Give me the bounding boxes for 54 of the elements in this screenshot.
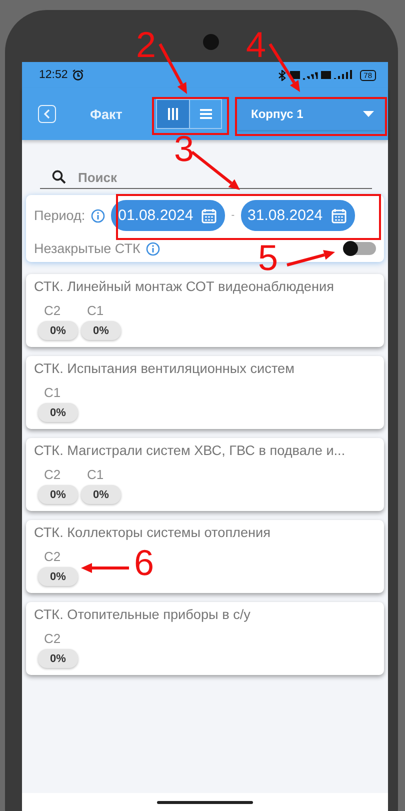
- stage-label: C2: [43, 467, 61, 482]
- stk-card[interactable]: СТК. Коллекторы системы отопления C2 0% 6: [26, 520, 384, 593]
- stage-label: C2: [43, 303, 61, 318]
- progress-chip: 0%: [38, 321, 78, 340]
- view-mode-button[interactable]: [157, 100, 189, 128]
- stk-card[interactable]: СТК. Испытания вентиляционных систем C1 0%: [26, 356, 384, 429]
- card-title: СТК. Магистрали систем ХВС, ГВС в подвале и...: [34, 443, 346, 458]
- caret-icon: [363, 111, 374, 117]
- stk-card[interactable]: СТК. Магистрали систем ХВС, ГВС в подвале и... C2 0% C1 0%: [26, 438, 384, 511]
- period-label: Период:: [34, 208, 86, 223]
- chevron-left-icon: [43, 109, 51, 119]
- unclosed-switch[interactable]: [344, 242, 376, 255]
- stk-card[interactable]: СТК. Линейный монтаж СОТ видеонаблюдения C2 0% C1 0%: [26, 274, 384, 347]
- annotation-arrow: [191, 150, 240, 190]
- progress-chip: 0%: [38, 485, 78, 504]
- annotation-arrow: [286, 250, 335, 266]
- unclosed-label: Незакрытые СТК: [34, 241, 140, 256]
- callout-number: 6: [134, 548, 154, 578]
- card-title: СТК. Отопительные приборы в с/у: [34, 607, 252, 622]
- callout-number: 5: [258, 243, 278, 273]
- calendar-icon: [330, 208, 347, 224]
- stage-label: C1: [43, 385, 61, 400]
- progress-chip: 0%: [81, 485, 121, 504]
- search-icon: [52, 170, 66, 184]
- progress-chip: 0%: [38, 567, 78, 586]
- stk-card[interactable]: СТК. Отопительные приборы в с/у C2 0%: [26, 602, 384, 675]
- alarm-icon: [72, 69, 84, 81]
- callout-number: 4: [246, 30, 266, 60]
- card-title: СТК. Испытания вентиляционных систем: [34, 361, 296, 376]
- stage-label: C2: [43, 631, 61, 646]
- date-separator: -: [231, 210, 235, 221]
- annotation-arrow: [268, 43, 300, 92]
- card-title: СТК. Коллекторы системы отопления: [34, 525, 272, 540]
- stage-label: C2: [43, 549, 61, 564]
- columns-icon: [166, 107, 180, 121]
- search-placeholder: Поиск: [78, 170, 118, 184]
- progress-chip: 0%: [81, 321, 121, 340]
- annotation-arrow: [158, 43, 187, 94]
- progress-chip: 0%: [38, 403, 78, 422]
- menu-icon: [198, 108, 212, 120]
- calendar-icon: [201, 208, 218, 224]
- bluetooth-icon: [278, 70, 286, 80]
- stage-label: C1: [86, 467, 104, 482]
- status-time: 12:52: [39, 69, 68, 81]
- annotation-arrow: [81, 563, 129, 573]
- info-icon[interactable]: [91, 208, 106, 222]
- screen-title: Факт: [90, 106, 124, 122]
- card-title: СТК. Линейный монтаж СОТ видеонаблюдения: [34, 279, 335, 294]
- back-button[interactable]: [38, 105, 56, 123]
- info-icon[interactable]: [146, 242, 160, 256]
- callout-number: 2: [136, 30, 156, 60]
- callout-number: 3: [174, 134, 194, 164]
- stage-label: C1: [86, 303, 104, 318]
- progress-chip: 0%: [38, 649, 78, 668]
